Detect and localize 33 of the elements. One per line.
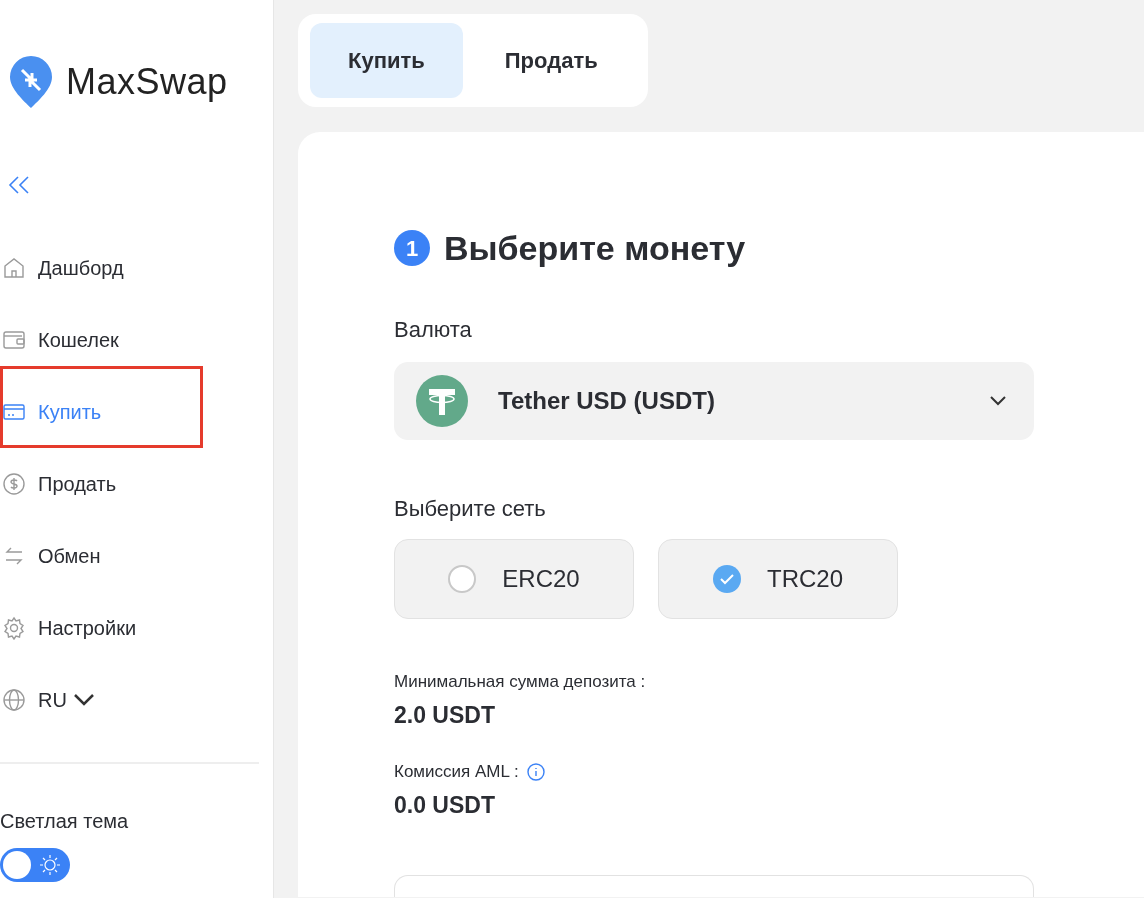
- theme-label: Светлая тема: [0, 809, 130, 834]
- sidebar-item[interactable]: Продать: [0, 448, 259, 520]
- brand-name: MaxSwap: [66, 60, 228, 104]
- step-number: 1: [394, 230, 430, 267]
- step-title: Выберите монету: [444, 228, 746, 269]
- globe-icon: [2, 688, 26, 712]
- wallet-icon: [2, 328, 26, 352]
- info-label: Минимальная сумма депозита :: [394, 670, 646, 693]
- dollar-icon: [2, 472, 26, 496]
- sidebar-item[interactable]: Кошелек: [0, 304, 259, 376]
- logo-icon: [8, 54, 54, 110]
- currency-select[interactable]: Tether USD (USDT): [394, 361, 1034, 440]
- info-icon[interactable]: [526, 762, 545, 781]
- tab[interactable]: Продать: [466, 23, 636, 98]
- language-selector[interactable]: RU: [0, 664, 259, 736]
- coin-icon: [416, 374, 468, 427]
- tab[interactable]: Купить: [310, 23, 463, 98]
- info-value: 0.0 USDT: [394, 791, 496, 821]
- sidebar-item[interactable]: Настройки: [0, 592, 259, 664]
- field-label: Валюта: [394, 315, 473, 344]
- chevron-down-icon: [72, 693, 95, 707]
- info-label: Комиссия AML :: [394, 760, 519, 783]
- gear-icon: [2, 616, 26, 640]
- sidebar-item[interactable]: Купить: [0, 376, 259, 448]
- theme-toggle[interactable]: [0, 848, 70, 882]
- sidebar-item[interactable]: Обмен: [0, 520, 259, 592]
- sidebar-item[interactable]: Дашборд: [0, 232, 259, 304]
- chevron-down-icon: [990, 395, 1006, 406]
- info-value: 2.0 USDT: [394, 701, 496, 731]
- network-option[interactable]: TRC20: [658, 538, 898, 619]
- field-label: Выберите сеть: [394, 494, 547, 523]
- network-option[interactable]: ERC20: [394, 538, 634, 619]
- home-icon: [2, 256, 26, 280]
